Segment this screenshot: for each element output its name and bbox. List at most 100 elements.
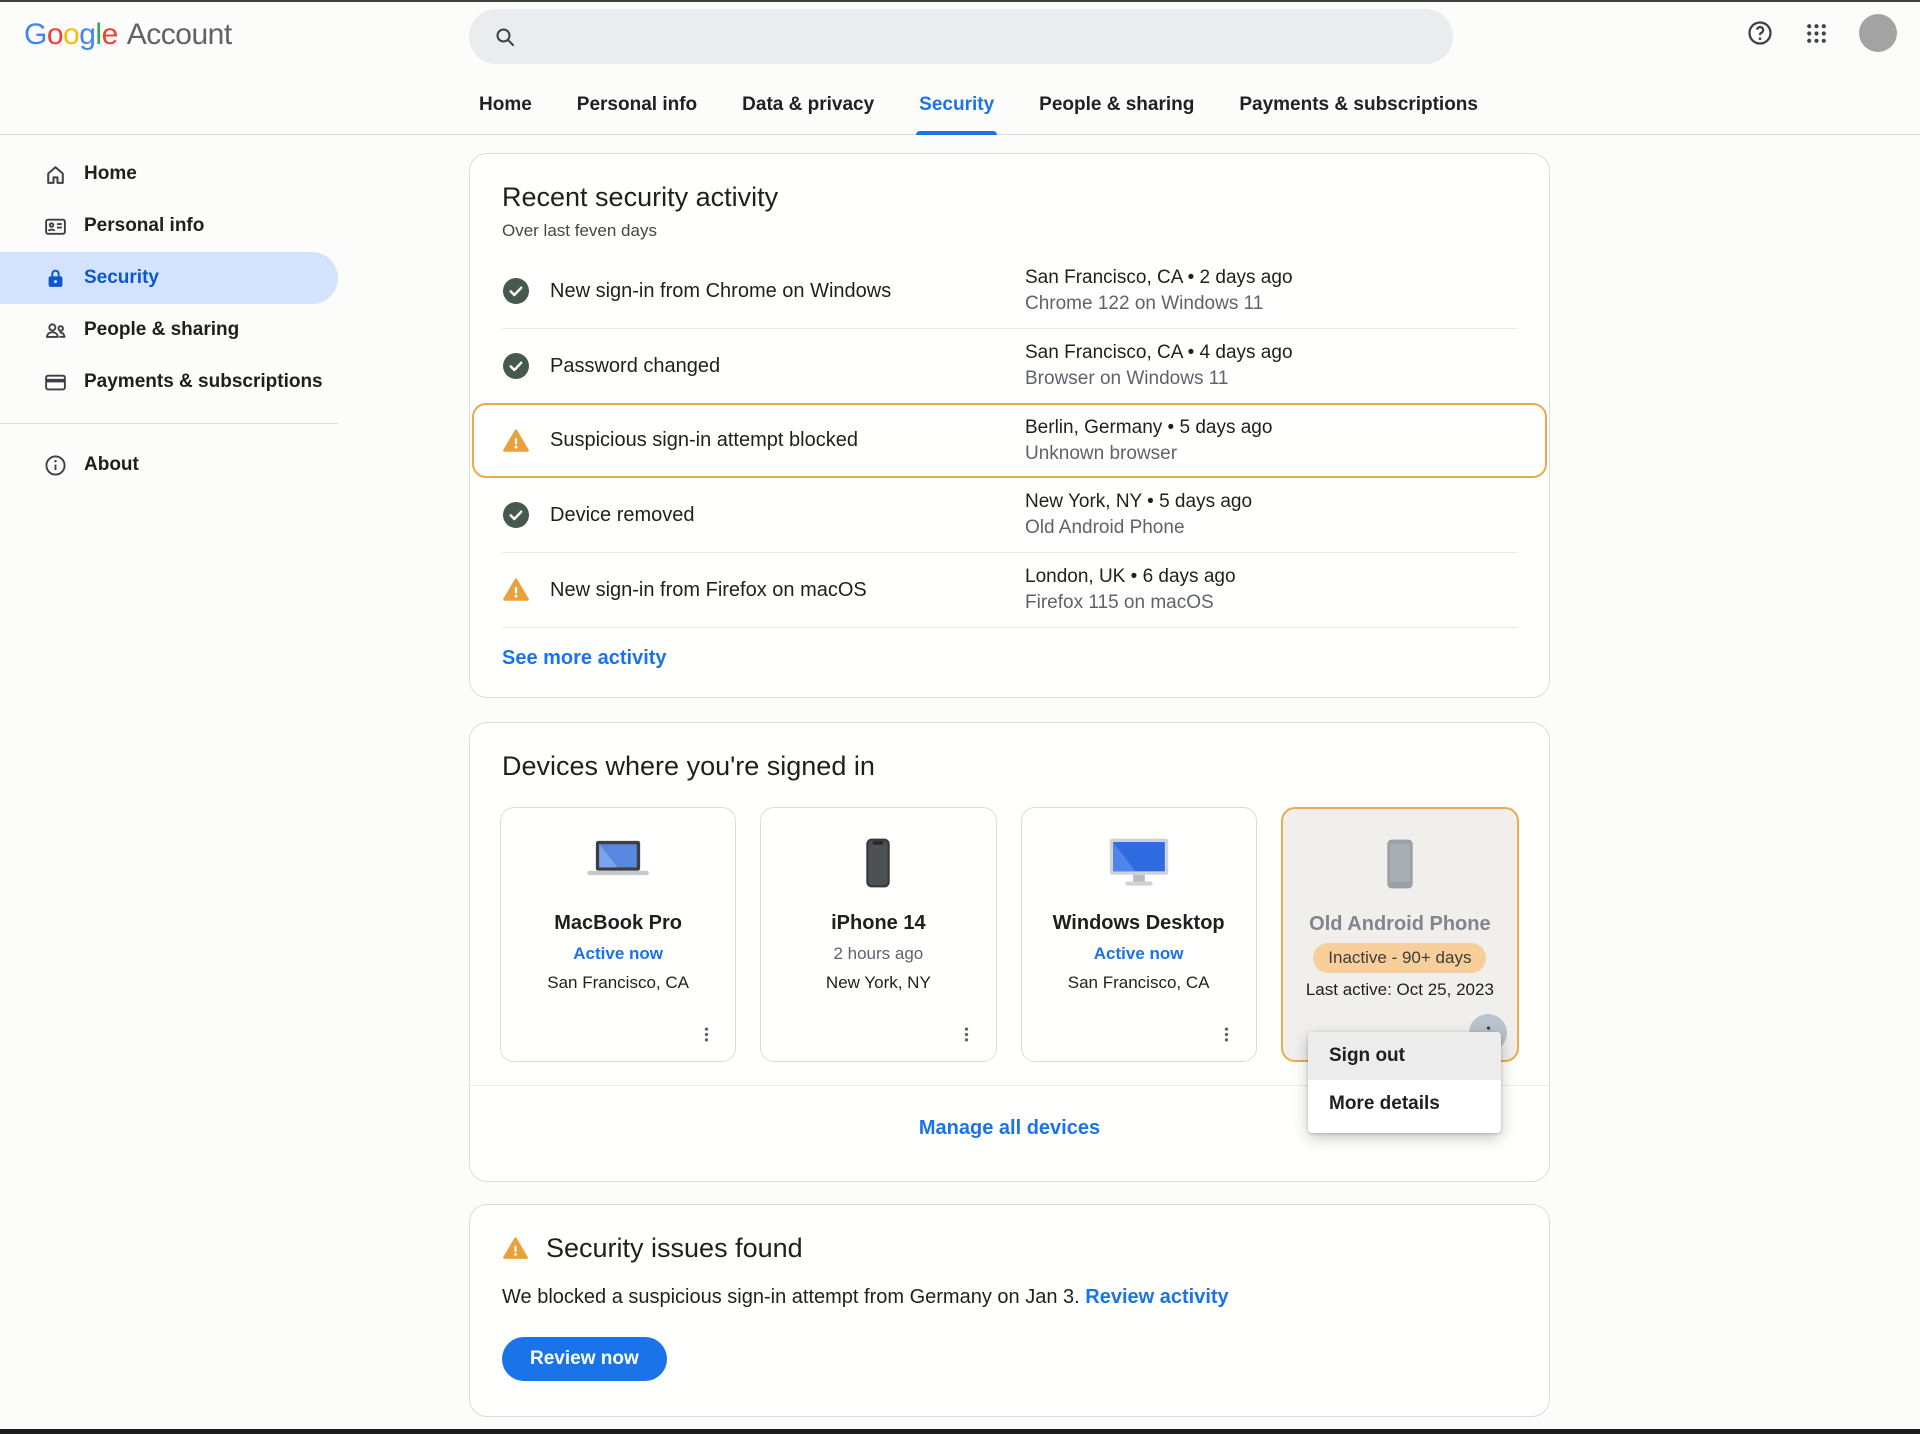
activity-detail: Browser on Windows 11 [1025, 366, 1517, 392]
window-top-edge [0, 0, 1920, 2]
old-phone-icon [1361, 829, 1439, 901]
kebab-icon [697, 1025, 716, 1044]
sidebar-item-label: Personal info [84, 215, 204, 237]
recent-activity-subtitle: Over last feven days [502, 220, 1517, 242]
taskbar-edge [0, 1429, 1920, 1434]
activity-meta: London, UK • 6 days ago [1025, 564, 1517, 590]
see-more-activity-link[interactable]: See more activity [502, 647, 667, 669]
activity-row[interactable]: New sign-in from Firefox on macOS London… [502, 553, 1517, 627]
device-status: 2 hours ago [833, 944, 923, 964]
tab-people-sharing[interactable]: People & sharing [1039, 75, 1194, 135]
logo-product-label: Account [127, 18, 232, 52]
activity-title: Device removed [530, 504, 1025, 527]
security-issues-body-text: We blocked a suspicious sign-in attempt … [502, 1286, 1080, 1308]
warning-triangle-icon [502, 1235, 529, 1262]
tab-personal-info[interactable]: Personal info [577, 75, 697, 135]
people-icon [42, 317, 68, 343]
sidebar-item-about[interactable]: About [0, 439, 338, 491]
google-account-logo[interactable]: Google Account [24, 18, 232, 52]
device-last-active: Last active: Oct 25, 2023 [1306, 980, 1494, 1000]
review-now-button[interactable]: Review now [502, 1337, 667, 1381]
logo-letter: e [102, 18, 118, 52]
recent-activity-title: Recent security activity [502, 180, 1517, 214]
activity-details: San Francisco, CA • 4 days ago Browser o… [1025, 340, 1517, 392]
activity-row[interactable]: New sign-in from Chrome on Windows San F… [502, 254, 1517, 328]
tab-payments-subscriptions[interactable]: Payments & subscriptions [1239, 75, 1478, 135]
sidebar-item-label: About [84, 454, 139, 476]
header-actions [1746, 0, 1897, 66]
tab-data-privacy[interactable]: Data & privacy [742, 75, 874, 135]
account-avatar[interactable] [1859, 14, 1897, 52]
top-navigation: Home Personal info Data & privacy Securi… [479, 75, 1478, 135]
apps-grid-icon [1804, 21, 1829, 46]
devices-title: Devices where you're signed in [502, 749, 1517, 783]
activity-meta: San Francisco, CA • 4 days ago [1025, 340, 1517, 366]
review-activity-link[interactable]: Review activity [1085, 1286, 1228, 1308]
desktop-icon [1100, 828, 1178, 900]
phone-icon [839, 828, 917, 900]
warning-triangle-icon [502, 576, 530, 604]
sidebar-item-home[interactable]: Home [0, 148, 338, 200]
device-menu-button[interactable] [687, 1015, 725, 1053]
device-menu-button[interactable] [1208, 1015, 1246, 1053]
credit-card-icon [42, 369, 68, 395]
google-account-security-page: Google Account Home Personal info Data &… [0, 0, 1920, 1434]
device-menu-button[interactable] [948, 1015, 986, 1053]
apps-grid-button[interactable] [1804, 21, 1829, 46]
manage-all-devices-link[interactable]: Manage all devices [919, 1117, 1100, 1139]
device-card-windows-desktop: Windows Desktop Active now San Francisco… [1021, 807, 1257, 1062]
sidebar-item-security[interactable]: Security [0, 252, 338, 304]
device-status: Active now [573, 944, 663, 964]
activity-row[interactable]: Device removed New York, NY • 5 days ago… [502, 478, 1517, 552]
activity-row[interactable]: Password changed San Francisco, CA • 4 d… [502, 329, 1517, 403]
activity-list: New sign-in from Chrome on Windows San F… [502, 254, 1517, 670]
activity-meta: New York, NY • 5 days ago [1025, 489, 1517, 515]
device-name: Windows Desktop [1053, 912, 1225, 935]
device-name: iPhone 14 [831, 912, 925, 935]
id-card-icon [42, 213, 68, 239]
activity-title: Suspicious sign-in attempt blocked [530, 429, 1025, 452]
check-circle-icon [502, 277, 530, 305]
active-tab-underline [916, 131, 997, 135]
device-status: Active now [1094, 944, 1184, 964]
activity-details: New York, NY • 5 days ago Old Android Ph… [1025, 489, 1517, 541]
tab-home[interactable]: Home [479, 75, 532, 135]
search-input[interactable] [531, 26, 1439, 48]
activity-title: New sign-in from Chrome on Windows [530, 280, 1025, 303]
info-icon [42, 452, 68, 478]
sidebar: Home Personal info Security People & sha… [0, 148, 338, 491]
device-card-old-android-phone: Old Android Phone Inactive - 90+ days La… [1281, 807, 1519, 1062]
kebab-icon [1217, 1025, 1236, 1044]
inactive-badge: Inactive - 90+ days [1313, 943, 1486, 973]
activity-detail: Chrome 122 on Windows 11 [1025, 291, 1517, 317]
activity-detail: Firefox 115 on macOS [1025, 590, 1517, 616]
device-location: San Francisco, CA [1068, 973, 1210, 993]
logo-letter: g [79, 18, 95, 52]
check-circle-icon [502, 352, 530, 380]
sidebar-item-people-sharing[interactable]: People & sharing [0, 304, 338, 356]
activity-details: Berlin, Germany • 5 days ago Unknown bro… [1025, 415, 1517, 467]
check-circle-icon [502, 501, 530, 529]
activity-meta: San Francisco, CA • 2 days ago [1025, 265, 1517, 291]
lock-icon [42, 265, 68, 291]
sidebar-divider [0, 423, 338, 424]
activity-title: New sign-in from Firefox on macOS [530, 579, 1025, 602]
sidebar-item-label: Payments & subscriptions [84, 371, 323, 393]
account-search-bar[interactable] [469, 9, 1453, 64]
menu-item-sign-out[interactable]: Sign out [1308, 1032, 1501, 1080]
recent-security-activity-card: Recent security activity Over last feven… [469, 153, 1550, 698]
sidebar-item-label: People & sharing [84, 319, 239, 341]
activity-title: Password changed [530, 355, 1025, 378]
help-button[interactable] [1746, 19, 1774, 47]
device-location: New York, NY [826, 973, 931, 993]
device-context-menu: Sign out More details [1308, 1032, 1501, 1133]
menu-item-more-details[interactable]: More details [1308, 1080, 1501, 1128]
help-icon [1746, 19, 1774, 47]
security-issues-title: Security issues found [546, 1233, 803, 1264]
device-name: MacBook Pro [554, 912, 682, 935]
tab-security[interactable]: Security [919, 75, 994, 135]
sidebar-item-personal-info[interactable]: Personal info [0, 200, 338, 252]
sidebar-item-payments-subscriptions[interactable]: Payments & subscriptions [0, 356, 338, 408]
suspicious-activity-highlight: Suspicious sign-in attempt blocked Berli… [472, 403, 1547, 478]
activity-row[interactable]: Suspicious sign-in attempt blocked Berli… [502, 405, 1517, 476]
